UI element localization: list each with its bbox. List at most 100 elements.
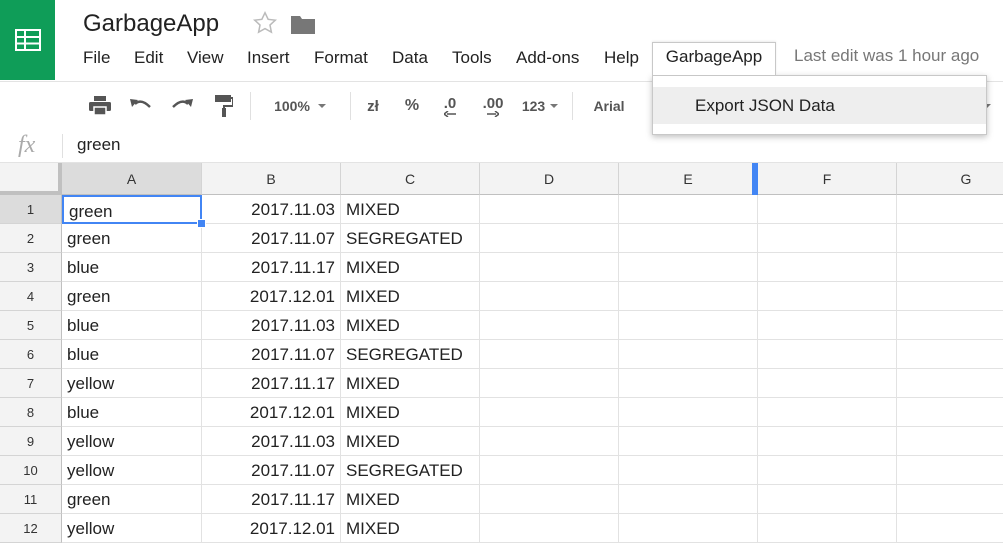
grid-cell[interactable]: MIXED xyxy=(341,398,480,427)
grid-cell[interactable] xyxy=(758,514,897,543)
row-header[interactable]: 7 xyxy=(0,369,62,398)
grid-cell[interactable]: MIXED xyxy=(341,253,480,282)
grid-cell[interactable] xyxy=(758,427,897,456)
document-title[interactable]: GarbageApp xyxy=(83,10,219,38)
grid-cell[interactable]: 2017.11.07 xyxy=(202,340,341,369)
grid-cell[interactable]: MIXED xyxy=(341,195,480,224)
grid-cell[interactable]: 2017.12.01 xyxy=(202,282,341,311)
grid-cell[interactable] xyxy=(758,369,897,398)
column-header-b[interactable]: B xyxy=(202,163,341,195)
grid-cell[interactable]: 2017.11.03 xyxy=(202,311,341,340)
row-header[interactable]: 1 xyxy=(0,195,62,224)
grid-cell[interactable] xyxy=(619,311,758,340)
grid-cell[interactable] xyxy=(480,195,619,224)
grid-cell[interactable] xyxy=(897,224,1003,253)
grid-cell[interactable]: green xyxy=(62,224,202,253)
menu-garbageapp[interactable]: GarbageApp xyxy=(652,42,776,75)
grid-cell[interactable]: 2017.11.17 xyxy=(202,485,341,514)
column-resize-handle[interactable] xyxy=(752,163,758,195)
folder-icon[interactable] xyxy=(290,13,316,35)
number-format-select[interactable]: 123 xyxy=(518,82,562,130)
grid-cell[interactable] xyxy=(897,195,1003,224)
grid-cell[interactable] xyxy=(619,340,758,369)
redo-button[interactable] xyxy=(168,82,196,130)
grid-cell[interactable]: yellow xyxy=(62,514,202,543)
grid-cell[interactable] xyxy=(619,456,758,485)
grid-cell[interactable] xyxy=(897,398,1003,427)
grid-cell[interactable] xyxy=(758,398,897,427)
grid-cell[interactable] xyxy=(619,514,758,543)
menu-help[interactable]: Help xyxy=(604,44,639,72)
grid-cell[interactable]: green xyxy=(62,195,202,224)
grid-cell[interactable]: SEGREGATED xyxy=(341,340,480,369)
grid-cell[interactable] xyxy=(758,456,897,485)
column-header-e[interactable]: E xyxy=(619,163,758,195)
grid-cell[interactable] xyxy=(897,253,1003,282)
grid-cell[interactable]: green xyxy=(62,485,202,514)
grid-cell[interactable] xyxy=(758,340,897,369)
grid-cell[interactable] xyxy=(619,195,758,224)
grid-cell[interactable] xyxy=(897,311,1003,340)
grid-cell[interactable]: blue xyxy=(62,340,202,369)
row-header[interactable]: 11 xyxy=(0,485,62,514)
menu-edit[interactable]: Edit xyxy=(134,44,163,72)
fill-handle[interactable] xyxy=(197,219,206,228)
grid-cell[interactable] xyxy=(758,282,897,311)
undo-button[interactable] xyxy=(127,82,155,130)
row-header[interactable]: 6 xyxy=(0,340,62,369)
grid-cell[interactable]: 2017.11.07 xyxy=(202,224,341,253)
grid-cell[interactable]: 2017.11.17 xyxy=(202,253,341,282)
menu-view[interactable]: View xyxy=(187,44,224,72)
grid-cell[interactable]: 2017.11.03 xyxy=(202,195,341,224)
grid-cell[interactable] xyxy=(480,224,619,253)
grid-cell[interactable]: blue xyxy=(62,311,202,340)
star-icon[interactable] xyxy=(252,10,278,36)
formula-input[interactable]: green xyxy=(77,135,120,155)
column-header-c[interactable]: C xyxy=(341,163,480,195)
row-header[interactable]: 12 xyxy=(0,514,62,543)
menu-tools[interactable]: Tools xyxy=(452,44,492,72)
grid-cell[interactable] xyxy=(897,369,1003,398)
increase-decimal-button[interactable]: .00 xyxy=(478,82,508,130)
grid-cell[interactable] xyxy=(619,398,758,427)
grid-cell[interactable] xyxy=(897,340,1003,369)
row-header[interactable]: 5 xyxy=(0,311,62,340)
grid-cell[interactable] xyxy=(758,311,897,340)
grid-cell[interactable]: 2017.11.03 xyxy=(202,427,341,456)
grid-cell[interactable]: 2017.12.01 xyxy=(202,398,341,427)
export-json-data-menu-item[interactable]: Export JSON Data xyxy=(653,87,986,124)
grid-cell[interactable]: yellow xyxy=(62,369,202,398)
grid-cell[interactable] xyxy=(480,514,619,543)
grid-cell[interactable] xyxy=(897,514,1003,543)
grid-cell[interactable] xyxy=(758,195,897,224)
percent-button[interactable]: % xyxy=(399,82,425,130)
grid-cell[interactable] xyxy=(480,485,619,514)
grid-cell[interactable] xyxy=(480,253,619,282)
grid-cell[interactable] xyxy=(619,224,758,253)
grid-cell[interactable]: blue xyxy=(62,253,202,282)
grid-cell[interactable] xyxy=(758,253,897,282)
grid-cell[interactable]: MIXED xyxy=(341,427,480,456)
grid-cell[interactable] xyxy=(619,427,758,456)
row-header[interactable]: 10 xyxy=(0,456,62,485)
grid-cell[interactable]: 2017.12.01 xyxy=(202,514,341,543)
grid-cell[interactable] xyxy=(480,398,619,427)
grid-cell[interactable] xyxy=(619,369,758,398)
grid-cell[interactable] xyxy=(619,282,758,311)
grid-cell[interactable]: SEGREGATED xyxy=(341,224,480,253)
grid-cell[interactable]: MIXED xyxy=(341,485,480,514)
grid-cell[interactable]: MIXED xyxy=(341,514,480,543)
grid-cell[interactable]: yellow xyxy=(62,427,202,456)
menu-file[interactable]: File xyxy=(83,44,110,72)
grid-cell[interactable] xyxy=(897,282,1003,311)
last-edit-link[interactable]: Last edit was 1 hour ago xyxy=(794,46,979,66)
grid-cell[interactable]: yellow xyxy=(62,456,202,485)
column-header-d[interactable]: D xyxy=(480,163,619,195)
decrease-decimal-button[interactable]: .0 xyxy=(437,82,463,130)
row-header[interactable]: 3 xyxy=(0,253,62,282)
grid-cell[interactable]: MIXED xyxy=(341,311,480,340)
row-header[interactable]: 2 xyxy=(0,224,62,253)
grid-cell[interactable] xyxy=(758,485,897,514)
grid-cell[interactable] xyxy=(480,311,619,340)
currency-button[interactable]: zł xyxy=(360,82,386,130)
